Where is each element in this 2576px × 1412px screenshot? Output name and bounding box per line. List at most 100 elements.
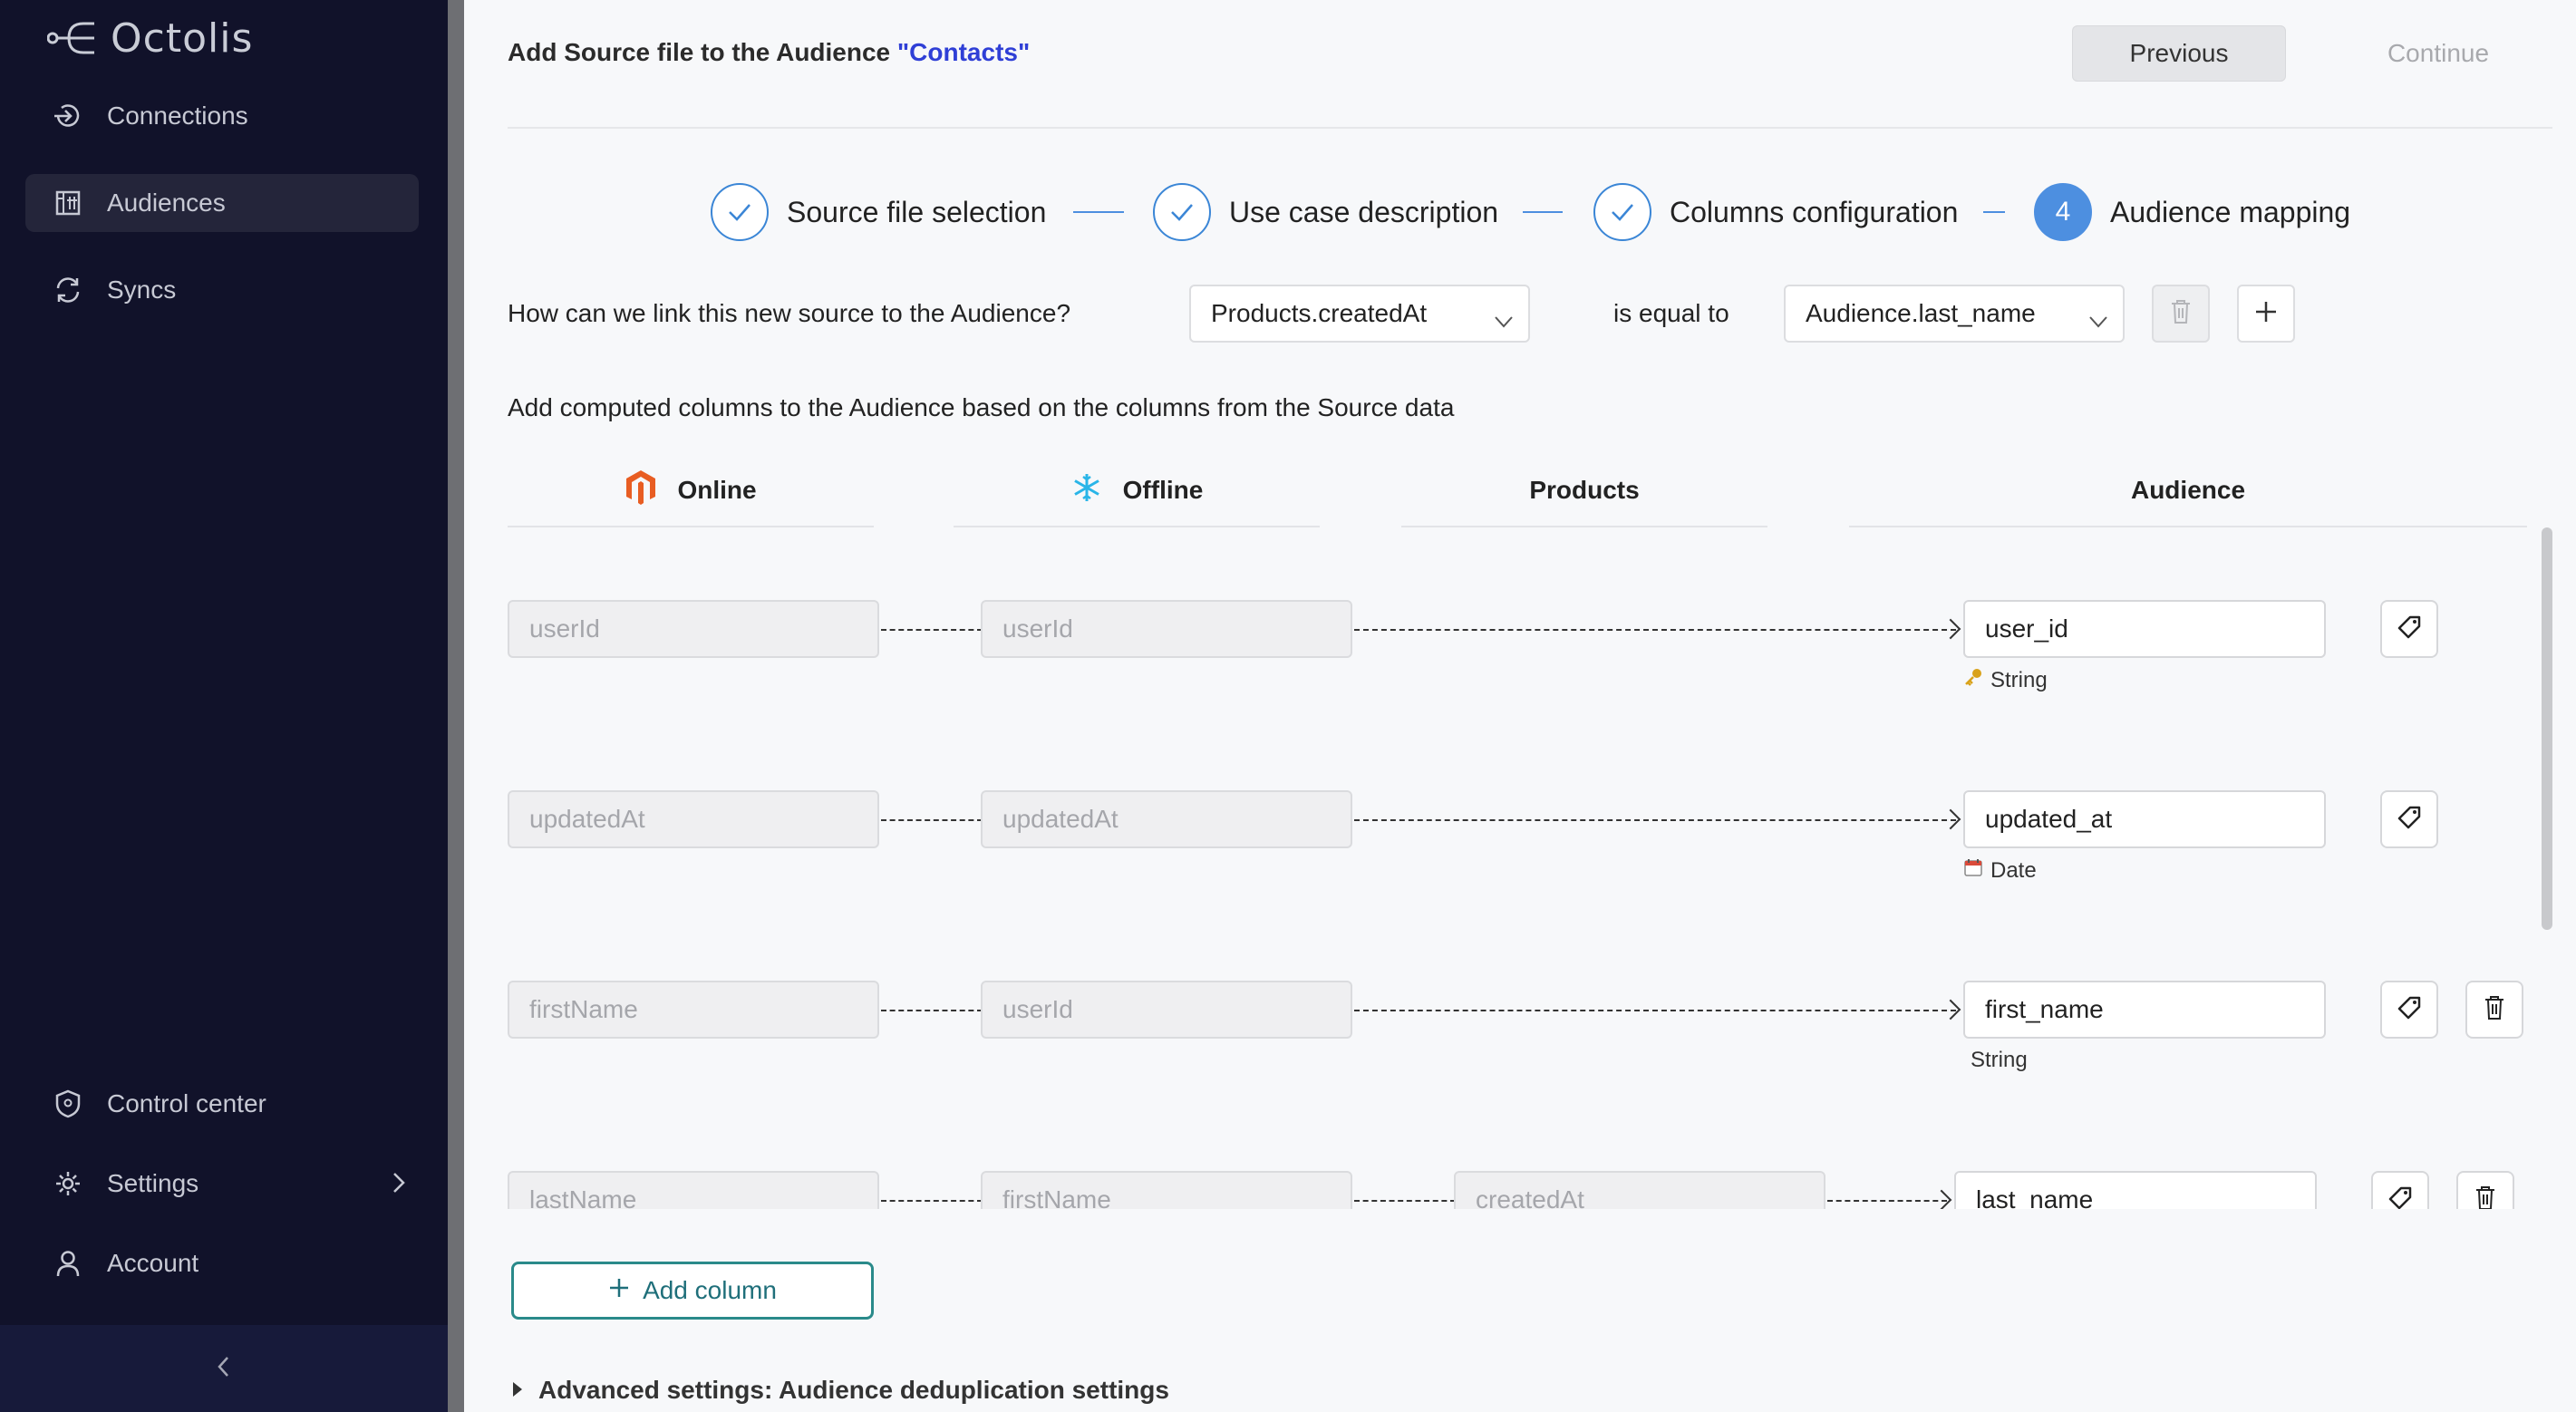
- add-link-button[interactable]: [2237, 285, 2295, 343]
- column-underline: [954, 526, 1320, 527]
- advanced-settings-label: Advanced settings: Audience deduplicatio…: [538, 1376, 1169, 1404]
- chevron-right-icon: [390, 1169, 408, 1201]
- step-source-file-selection: Source file selection: [711, 183, 1046, 241]
- step-connector: [1523, 211, 1563, 213]
- sidebar-item-connections[interactable]: Connections: [25, 87, 419, 145]
- audience-column-input[interactable]: updated_at: [1963, 790, 2326, 848]
- arrow-right-icon: [1940, 618, 1961, 640]
- step-label: Use case description: [1229, 195, 1499, 228]
- audience-column-input[interactable]: user_id: [1963, 600, 2326, 658]
- title-prefix: Add Source file to the Audience: [508, 38, 897, 66]
- add-column-button[interactable]: Add column: [511, 1262, 874, 1320]
- tag-icon: [2396, 804, 2423, 836]
- arrow-right-icon: [1940, 999, 1961, 1020]
- continue-button[interactable]: Continue: [2331, 25, 2545, 82]
- shield-icon: [47, 1083, 89, 1125]
- add-column-label: Add column: [643, 1276, 777, 1304]
- column-underline: [1849, 526, 2527, 527]
- audience-column-input[interactable]: first_name: [1963, 981, 2326, 1039]
- sidebar-item-label: Connections: [107, 102, 248, 130]
- connector-line: [1354, 819, 1956, 821]
- delete-row-button[interactable]: [2465, 981, 2523, 1039]
- snowflake-icon: [1070, 471, 1103, 510]
- step-audience-mapping: 4 Audience mapping: [2034, 183, 2350, 241]
- connector-line: [1827, 1200, 1947, 1202]
- connector-line: [881, 819, 983, 821]
- online-field: userId: [508, 600, 879, 658]
- column-type: String: [1963, 667, 2048, 693]
- sidebar-item-label: Settings: [107, 1169, 199, 1197]
- audience-grid-icon: [47, 182, 89, 224]
- connector-line: [881, 1200, 983, 1202]
- tag-button[interactable]: [2380, 600, 2438, 658]
- advanced-settings-toggle[interactable]: Advanced settings: Audience deduplicatio…: [511, 1376, 1169, 1405]
- check-icon: [1153, 183, 1211, 241]
- connector-line: [881, 629, 983, 631]
- collapse-sidebar-button[interactable]: [0, 1325, 448, 1412]
- logo[interactable]: Octolis: [47, 13, 253, 63]
- sidebar-item-control-center[interactable]: Control center: [25, 1075, 419, 1133]
- check-icon: [711, 183, 769, 241]
- column-type: Date: [1963, 857, 2037, 884]
- sidebar-item-syncs[interactable]: Syncs: [25, 261, 419, 319]
- source-key-value: Products.createdAt: [1211, 299, 1428, 327]
- sidebar-item-label: Account: [107, 1249, 199, 1277]
- column-header-online: Online: [508, 466, 874, 515]
- column-type-label: String: [1971, 1048, 2028, 1072]
- plus-icon: [2253, 299, 2279, 329]
- chevron-down-icon: [1494, 306, 1514, 335]
- chevron-down-icon: [2088, 306, 2108, 335]
- login-arrow-icon: [47, 95, 89, 137]
- tag-button[interactable]: [2380, 981, 2438, 1039]
- column-type-label: Date: [1990, 857, 2037, 883]
- mapping-list[interactable]: userId userId user_id String updatedAt u…: [508, 535, 2552, 1209]
- offline-field: updatedAt: [981, 790, 1352, 848]
- audience-column-input[interactable]: last_name: [1954, 1171, 2317, 1209]
- column-header-label: Audience: [2130, 476, 2246, 504]
- delete-link-button[interactable]: [2152, 285, 2210, 343]
- calendar-icon: [1963, 857, 1983, 884]
- logo-text: Octolis: [111, 15, 254, 62]
- step-use-case-description: Use case description: [1153, 183, 1498, 241]
- audience-name-link[interactable]: "Contacts": [897, 38, 1030, 66]
- arrow-right-icon: [1940, 808, 1961, 830]
- tag-button[interactable]: [2371, 1171, 2429, 1209]
- source-key-select[interactable]: Products.createdAt: [1189, 285, 1530, 343]
- connector-line: [881, 1010, 983, 1011]
- mapping-scrollbar[interactable]: [2542, 527, 2552, 930]
- header-divider: [508, 127, 2552, 129]
- step-columns-configuration: Columns configuration: [1593, 183, 1958, 241]
- tag-icon: [2396, 614, 2423, 645]
- products-field: createdAt: [1454, 1171, 1825, 1209]
- column-header-label: Online: [677, 476, 757, 504]
- column-header-products: Products: [1401, 466, 1767, 515]
- operator-label: is equal to: [1613, 299, 1729, 327]
- column-type: String: [1971, 1048, 2028, 1073]
- sidebar-item-label: Syncs: [107, 276, 177, 304]
- column-underline: [1401, 526, 1767, 527]
- sidebar-item-account[interactable]: Account: [25, 1234, 419, 1292]
- step-number: 4: [2034, 183, 2092, 241]
- key-icon: [1963, 667, 1983, 693]
- column-header-audience: Audience: [1849, 466, 2527, 515]
- target-key-select[interactable]: Audience.last_name: [1784, 285, 2125, 343]
- tag-icon: [2396, 994, 2423, 1026]
- trash-icon: [2483, 994, 2506, 1026]
- step-connector: [1983, 211, 2005, 213]
- online-field: firstName: [508, 981, 879, 1039]
- arrow-right-icon: [1931, 1189, 1952, 1209]
- magento-icon: [625, 469, 657, 513]
- user-icon: [47, 1243, 89, 1284]
- sidebar-item-settings[interactable]: Settings: [25, 1155, 419, 1213]
- previous-button[interactable]: Previous: [2072, 25, 2286, 82]
- caret-right-icon: [511, 1376, 524, 1405]
- step-label: Audience mapping: [2110, 195, 2351, 228]
- step-label: Source file selection: [787, 195, 1047, 228]
- tag-button[interactable]: [2380, 790, 2438, 848]
- trash-icon: [2169, 298, 2193, 330]
- connector-line: [1354, 1200, 1456, 1202]
- octolis-logo-icon: [47, 22, 94, 54]
- connector-line: [1354, 629, 1956, 631]
- sidebar-item-audiences[interactable]: Audiences: [25, 174, 419, 232]
- delete-row-button[interactable]: [2456, 1171, 2514, 1209]
